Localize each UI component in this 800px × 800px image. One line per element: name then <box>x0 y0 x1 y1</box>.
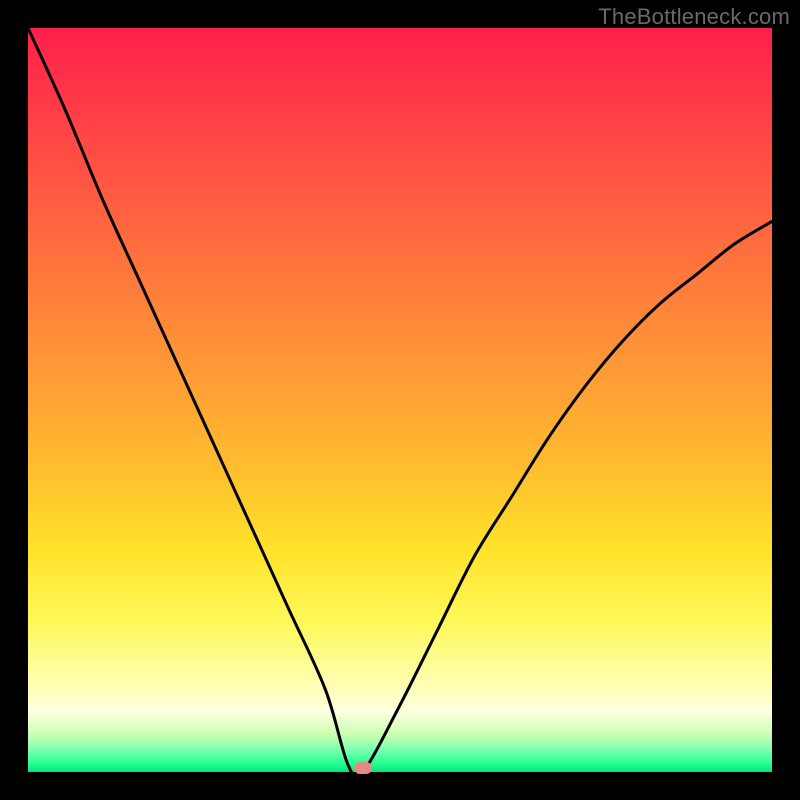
watermark-text: TheBottleneck.com <box>598 4 790 30</box>
chart-frame: TheBottleneck.com <box>0 0 800 800</box>
bottleneck-curve <box>28 28 772 772</box>
optimal-point-marker <box>354 762 372 774</box>
plot-area <box>28 28 772 772</box>
